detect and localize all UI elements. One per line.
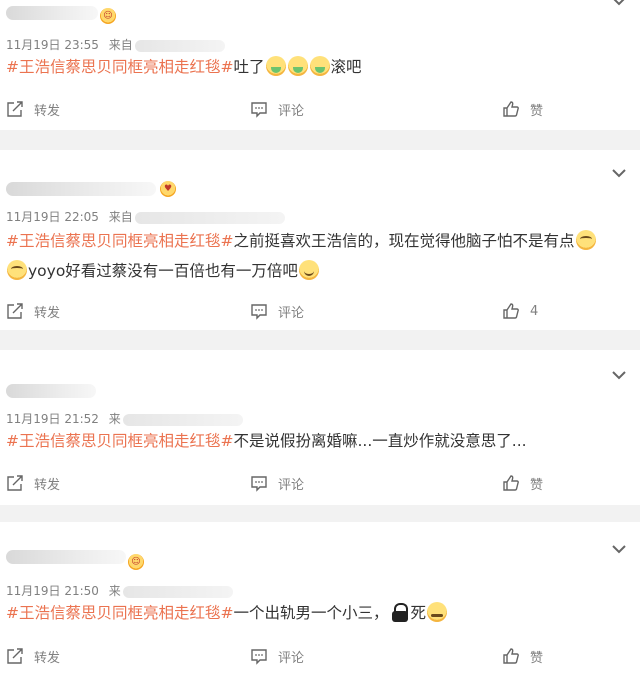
comment-meta: 11月19日 23:55 来自: [6, 36, 225, 53]
vomit-emoji-icon: [265, 56, 286, 76]
chevron-down-icon[interactable]: [612, 544, 626, 554]
comment-text-part: 之前挺喜欢王浩信的，现在觉得他脑子怕不是有点: [233, 232, 575, 250]
comment-source: 来自: [108, 210, 133, 224]
username-emoji-icon: ☺: [128, 554, 144, 570]
username-blurred[interactable]: [6, 384, 96, 398]
comment-line: #王浩信蔡思贝同框亮相走红毯#之前挺喜欢王浩信的，现在觉得他脑子怕不是有点: [6, 226, 632, 256]
comment-label: 评论: [278, 650, 305, 666]
comment-time: 11月19日 21:52: [6, 412, 99, 426]
username-blurred[interactable]: [6, 182, 156, 196]
comment-time: 11月19日 22:05: [6, 210, 99, 224]
huff-emoji-icon: [427, 602, 448, 622]
comment-icon: [251, 304, 267, 320]
smile-emoji-icon: [298, 260, 319, 280]
chevron-down-icon[interactable]: [612, 0, 626, 6]
like-count: 赞: [530, 477, 544, 493]
thumbs-up-icon: [503, 475, 519, 491]
like-button[interactable]: 赞: [502, 645, 543, 667]
comment-meta: 11月19日 21:50 来: [6, 582, 233, 599]
comment-card: ☺ 11月19日 23:55 来自 #王浩信蔡思贝同框亮相走红毯#吐了 滚吧 转发…: [0, 0, 640, 130]
like-count: 赞: [530, 103, 544, 119]
repost-label: 转发: [34, 650, 61, 666]
action-bar: 转发 评论 赞: [0, 645, 640, 667]
comment-card: ☺ 11月19日 21:50 来 #王浩信蔡思贝同框亮相走红毯#一个出轨男一个小…: [0, 522, 640, 679]
thumbs-up-icon: [503, 648, 519, 664]
comment-button[interactable]: 评论: [250, 300, 304, 322]
hashtag-link[interactable]: #王浩信蔡思贝同框亮相走红毯#: [6, 432, 233, 450]
comment-text: #王浩信蔡思贝同框亮相走红毯#吐了 滚吧: [6, 52, 632, 82]
comment-icon: [251, 102, 267, 118]
repost-button[interactable]: 转发: [6, 472, 60, 494]
comment-icon: [251, 476, 267, 492]
repost-icon: [7, 303, 23, 319]
chevron-down-icon[interactable]: [612, 168, 626, 178]
username-emoji-icon: ☺: [100, 8, 116, 24]
repost-label: 转发: [34, 477, 61, 493]
comment-source: 来: [108, 584, 121, 598]
comment-line: yoyo好看过蔡没有一百倍也有一万倍吧: [6, 256, 632, 286]
comment-label: 评论: [278, 477, 305, 493]
comment-time: 11月19日 21:50: [6, 584, 99, 598]
comment-text-part: 不是说假扮离婚嘛...一直炒作就没意思了...: [233, 432, 527, 450]
lock-icon: [390, 602, 410, 622]
comment-time: 11月19日 23:55: [6, 38, 99, 52]
username-emoji-icon: ♥: [160, 181, 176, 197]
repost-label: 转发: [34, 305, 61, 321]
eye-roll-emoji-icon: [7, 260, 27, 280]
comment-source: 来: [108, 412, 121, 426]
repost-icon: [7, 101, 23, 117]
like-count: 4: [530, 303, 539, 319]
repost-icon: [7, 475, 23, 491]
comment-text-part: 死: [410, 604, 427, 622]
repost-label: 转发: [34, 103, 61, 119]
comment-button[interactable]: 评论: [250, 472, 304, 494]
thumbs-up-icon: [503, 101, 519, 117]
username-blurred[interactable]: [6, 550, 126, 564]
hashtag-link[interactable]: #王浩信蔡思贝同框亮相走红毯#: [6, 604, 233, 622]
comment-text-part: 吐了: [233, 58, 265, 76]
action-bar: 转发 评论 赞: [0, 472, 640, 494]
like-button[interactable]: 赞: [502, 98, 543, 120]
source-blurred: [122, 585, 233, 598]
comment-label: 评论: [278, 103, 305, 119]
comment-icon: [251, 649, 267, 665]
vomit-emoji-icon: [309, 56, 330, 76]
repost-button[interactable]: 转发: [6, 98, 60, 120]
comment-text-part: 一个出轨男一个小三，: [233, 604, 389, 622]
action-bar: 转发 评论 4: [0, 300, 640, 322]
chevron-down-icon[interactable]: [612, 370, 626, 380]
comment-meta: 11月19日 22:05 来自: [6, 208, 285, 225]
repost-button[interactable]: 转发: [6, 645, 60, 667]
action-bar: 转发 评论 赞: [0, 98, 640, 120]
like-button[interactable]: 4: [502, 300, 538, 322]
comment-meta: 11月19日 21:52 来: [6, 410, 243, 427]
comment-card: 11月19日 21:52 来 #王浩信蔡思贝同框亮相走红毯#不是说假扮离婚嘛..…: [0, 350, 640, 505]
like-button[interactable]: 赞: [502, 472, 543, 494]
comment-text: #王浩信蔡思贝同框亮相走红毯#之前挺喜欢王浩信的，现在觉得他脑子怕不是有点 yo…: [6, 226, 632, 286]
eye-roll-emoji-icon: [575, 230, 596, 250]
thumbs-up-icon: [503, 303, 519, 319]
source-blurred: [134, 39, 225, 52]
vomit-emoji-icon: [287, 56, 308, 76]
comment-text-part: 滚吧: [330, 58, 362, 76]
hashtag-link[interactable]: #王浩信蔡思贝同框亮相走红毯#: [6, 58, 233, 76]
hashtag-link[interactable]: #王浩信蔡思贝同框亮相走红毯#: [6, 232, 233, 250]
comment-card: ♥ 11月19日 22:05 来自 #王浩信蔡思贝同框亮相走红毯#之前挺喜欢王浩…: [0, 150, 640, 330]
comment-text-part: yoyo好看过蔡没有一百倍也有一万倍吧: [28, 262, 298, 280]
comment-source: 来自: [108, 38, 133, 52]
repost-button[interactable]: 转发: [6, 300, 60, 322]
comment-text: #王浩信蔡思贝同框亮相走红毯#不是说假扮离婚嘛...一直炒作就没意思了...: [6, 426, 632, 456]
source-blurred: [134, 211, 285, 224]
comment-text: #王浩信蔡思贝同框亮相走红毯#一个出轨男一个小三， 死: [6, 598, 632, 628]
comment-button[interactable]: 评论: [250, 98, 304, 120]
repost-icon: [7, 648, 23, 664]
comment-button[interactable]: 评论: [250, 645, 304, 667]
comment-label: 评论: [278, 305, 305, 321]
username-blurred[interactable]: [6, 6, 98, 20]
source-blurred: [122, 413, 243, 426]
like-count: 赞: [530, 650, 544, 666]
